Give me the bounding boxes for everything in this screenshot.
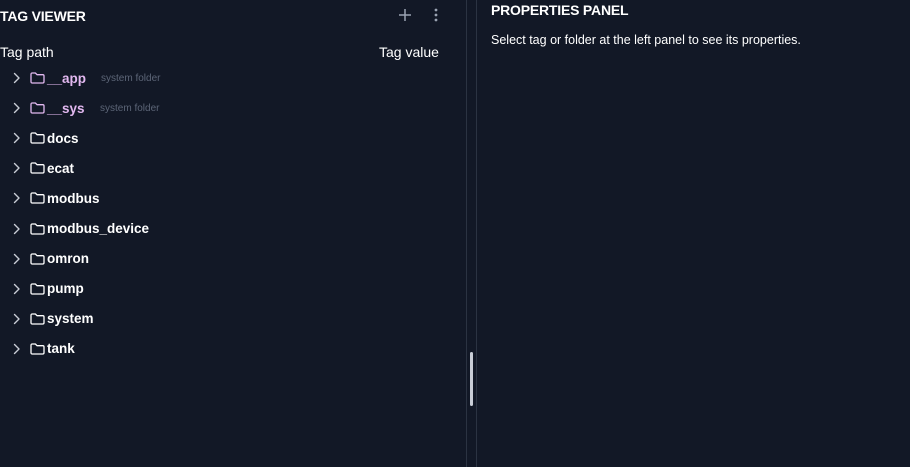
tree-item-label: docs (47, 130, 79, 146)
chevron-right-icon[interactable] (11, 252, 23, 266)
chevron-right-icon[interactable] (11, 71, 23, 85)
folder-icon (30, 131, 46, 145)
folder-icon (30, 161, 46, 175)
chevron-right-icon[interactable] (11, 222, 23, 236)
column-header-tag-value[interactable]: Tag value (379, 44, 439, 60)
chevron-right-icon[interactable] (11, 312, 23, 326)
chevron-right-icon[interactable] (11, 161, 23, 175)
chevron-right-icon[interactable] (11, 342, 23, 356)
tree-item-folder[interactable]: omron (0, 244, 460, 274)
tag-viewer-title: TAG VIEWER (0, 8, 86, 24)
tree-item-label: modbus (47, 190, 100, 206)
tree-item-label: pump (47, 281, 84, 297)
splitter-handle[interactable] (470, 352, 473, 406)
tree-item-label: ecat (47, 160, 75, 176)
folder-icon (30, 342, 46, 356)
folder-icon (30, 312, 46, 326)
tree-item-label: __app (47, 70, 87, 86)
tree-item-folder[interactable]: pump (0, 274, 460, 304)
chevron-right-icon[interactable] (11, 282, 23, 296)
chevron-right-icon[interactable] (11, 101, 23, 115)
properties-panel-message: Select tag or folder at the left panel t… (491, 33, 801, 47)
tree-item-label: modbus_device (47, 221, 150, 237)
tree-item-label: __sys (47, 100, 85, 116)
chevron-right-icon[interactable] (11, 191, 23, 205)
tree-item-folder[interactable]: system (0, 304, 460, 334)
vertical-dots-icon (434, 8, 438, 22)
plus-icon (399, 9, 411, 21)
chevron-right-icon[interactable] (11, 131, 23, 145)
tree-item-system-folder-hint: system folder (101, 72, 161, 84)
tag-tree: __app system folder __sys system folder docs… (0, 63, 460, 364)
panel-splitter (466, 0, 477, 467)
properties-panel: PROPERTIES PANEL Select tag or folder at… (477, 0, 910, 467)
app-root: TAG VIEWER Tag path Tag value __appsyste… (0, 0, 910, 467)
more-options-button[interactable] (425, 4, 447, 26)
tree-item-system-folder-hint: system folder (100, 102, 160, 114)
tree-item-label: omron (47, 251, 89, 267)
folder-icon (30, 222, 46, 236)
properties-panel-title: PROPERTIES PANEL (491, 2, 629, 18)
tree-item-folder[interactable]: docs (0, 123, 460, 153)
tag-viewer-panel: TAG VIEWER Tag path Tag value __appsyste… (0, 0, 466, 467)
folder-icon (30, 191, 46, 205)
tree-item-label: system (47, 311, 94, 327)
tree-item-folder[interactable]: modbus_device (0, 213, 460, 243)
tree-item-folder[interactable]: ecat (0, 153, 460, 183)
add-tag-button[interactable] (394, 4, 416, 26)
column-header-tag-path[interactable]: Tag path (0, 44, 54, 60)
folder-icon (30, 252, 46, 266)
folder-icon (30, 71, 46, 85)
folder-icon (30, 101, 46, 115)
tree-item-folder[interactable]: modbus (0, 183, 460, 213)
tree-item-folder[interactable]: __app system folder (0, 63, 460, 93)
tree-item-folder[interactable]: tank (0, 334, 460, 364)
folder-icon (30, 282, 46, 296)
tree-item-folder[interactable]: __sys system folder (0, 93, 460, 123)
tree-item-label: tank (47, 341, 75, 357)
